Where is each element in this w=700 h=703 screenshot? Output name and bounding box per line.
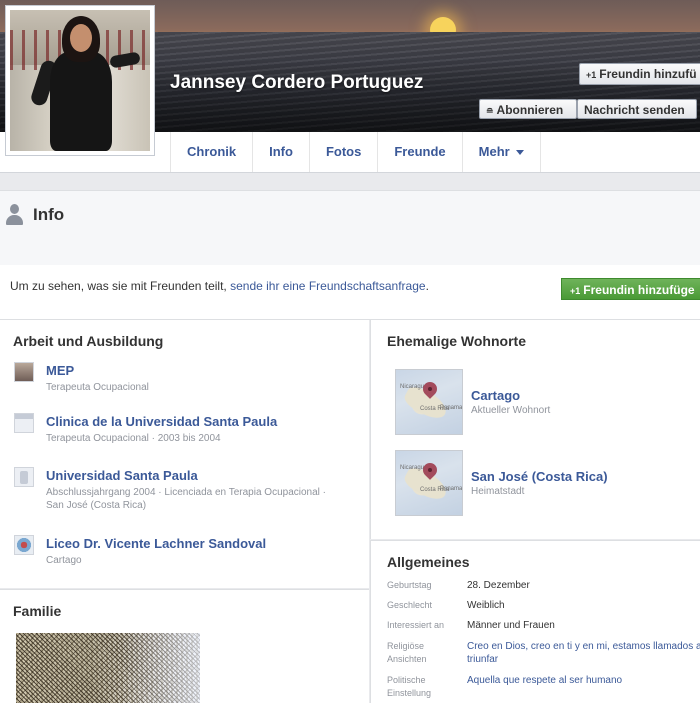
tab-info[interactable]: Info xyxy=(253,132,310,172)
subscribe-button[interactable]: ≘ Abonnieren xyxy=(479,99,577,119)
page-title: Info xyxy=(33,205,65,224)
tab-chronik[interactable]: Chronik xyxy=(171,132,254,172)
info-header: Info xyxy=(0,190,700,266)
general-section-title: Allgemeines xyxy=(387,554,470,570)
work-item-name[interactable]: Clinica de la Universidad Santa Paula xyxy=(46,414,277,429)
tab-fotos[interactable]: Fotos xyxy=(310,132,379,172)
add-friend-button[interactable]: +1 Freundin hinzufü xyxy=(579,63,700,85)
religion-link[interactable]: Creo en Dios, creo en ti y en mi, estamo… xyxy=(467,640,700,666)
family-section: Familie xyxy=(0,589,369,703)
chevron-down-icon xyxy=(515,150,524,156)
tab-freunde[interactable]: Freunde xyxy=(378,132,463,172)
add-friend-button-green[interactable]: +1 Freundin hinzufüge xyxy=(561,278,700,300)
places-section: Ehemalige Wohnorte Nicaragua Costa Rica … xyxy=(370,320,700,539)
map-thumbnail[interactable]: Nicaragua Costa Rica Panama xyxy=(395,369,463,435)
map-thumbnail[interactable]: Nicaragua Costa Rica Panama xyxy=(395,450,463,516)
education-item-name[interactable]: Liceo Dr. Vicente Lachner Sandoval xyxy=(46,536,266,551)
family-section-title: Familie xyxy=(13,603,62,619)
education-item-name[interactable]: Universidad Santa Paula xyxy=(46,468,198,483)
place-name[interactable]: San José (Costa Rica) xyxy=(471,469,608,484)
school-placeholder-icon[interactable] xyxy=(14,467,34,487)
person-icon xyxy=(5,204,23,226)
place-name[interactable]: Cartago xyxy=(471,388,520,403)
rss-icon: ≘ xyxy=(486,106,494,116)
work-section-title: Arbeit und Ausbildung xyxy=(13,333,164,349)
tab-mehr[interactable]: Mehr xyxy=(463,132,541,172)
profile-picture[interactable] xyxy=(5,5,155,156)
politics-link[interactable]: Aquella que respete al ser humano xyxy=(467,674,700,687)
employer-logo[interactable] xyxy=(14,362,34,382)
general-info-section: Allgemeines Geburtstag 28. Dezember Gesc… xyxy=(370,540,700,703)
school-logo[interactable] xyxy=(14,535,34,555)
page-placeholder-icon[interactable] xyxy=(14,413,34,433)
add-friend-icon: +1 xyxy=(586,70,597,80)
places-section-title: Ehemalige Wohnorte xyxy=(387,333,526,349)
profile-name: Jannsey Cordero Portuguez xyxy=(170,72,424,93)
add-friend-icon: +1 xyxy=(570,286,581,296)
work-item-name[interactable]: MEP xyxy=(46,363,74,378)
work-education-section: Arbeit und Ausbildung MEP Terapeuta Ocup… xyxy=(0,320,369,588)
friend-request-notice: Um zu sehen, was sie mit Freunden teilt,… xyxy=(0,265,700,320)
friend-request-link[interactable]: sende ihr eine Freundschaftsanfrage xyxy=(230,279,425,293)
send-message-button[interactable]: Nachricht senden xyxy=(577,99,697,119)
